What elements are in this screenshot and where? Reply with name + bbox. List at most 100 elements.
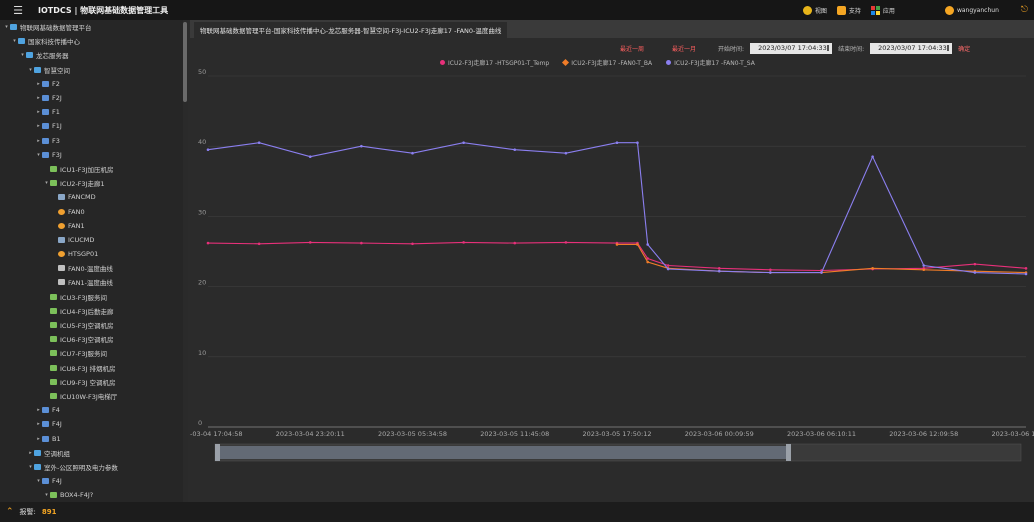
hamburger-menu-icon[interactable]: ☰ bbox=[8, 0, 28, 20]
scrollbar-thumb[interactable] bbox=[183, 22, 187, 102]
y-tick-label: 0 bbox=[198, 419, 202, 427]
tree-item-label: ICU10W-F3J电梯厅 bbox=[60, 392, 118, 401]
floor-icon bbox=[42, 151, 49, 158]
tree-item[interactable]: FAN1-温度曲线 bbox=[0, 275, 188, 289]
tree-item[interactable]: ▾ 室外-公区照明及电力参数 bbox=[0, 460, 188, 474]
caret-down-icon[interactable]: ▾ bbox=[35, 152, 42, 158]
tree-item[interactable]: ICU8-F3J 排烟机房 bbox=[0, 361, 188, 375]
tree-item[interactable]: ▸ F4J bbox=[0, 417, 188, 431]
legend-item-sa[interactable]: ICU2-F3J走廊17 -FAN0-T_SA bbox=[666, 58, 755, 67]
tree-item[interactable]: ▾ ICU2-F3J走廊1 bbox=[0, 176, 188, 190]
user-menu[interactable]: wangyanchun bbox=[944, 5, 999, 15]
tree-item[interactable]: ▾ 龙芯服务器 bbox=[0, 48, 188, 62]
caret-down-icon[interactable]: ▾ bbox=[43, 492, 50, 498]
tree-item[interactable]: ▾ F3J bbox=[0, 148, 188, 162]
tree-item[interactable]: FANCMD bbox=[0, 190, 188, 204]
tree-item[interactable]: ICU1-F3J加压机房 bbox=[0, 162, 188, 176]
series-2-point bbox=[257, 141, 261, 144]
tree-item[interactable]: HTSGP01 bbox=[0, 247, 188, 261]
legend-item-ba[interactable]: ICU2-F3J走廊17 -FAN0-T_BA bbox=[562, 58, 652, 67]
tree-item[interactable]: ▾ 物联网基础数据管理平台 bbox=[0, 20, 188, 34]
last-month-button[interactable]: 最近一月 bbox=[672, 44, 696, 53]
support-menu[interactable]: 支持 bbox=[836, 5, 861, 15]
tree-item[interactable]: ▸ 空调机组 bbox=[0, 446, 188, 460]
caret-down-icon[interactable]: ▾ bbox=[27, 67, 34, 73]
curve-icon bbox=[58, 265, 65, 272]
view-menu[interactable]: 视图 bbox=[802, 5, 827, 15]
tree-item[interactable]: ▾ 智慧空间 bbox=[0, 63, 188, 77]
top-right-nav: 视图 支持 应用 wangyanchun ⎋ bbox=[802, 0, 1028, 20]
caret-down-icon[interactable]: ▾ bbox=[3, 24, 10, 30]
caret-right-icon[interactable]: ▸ bbox=[35, 421, 42, 427]
tree-item[interactable]: ▸ F2J bbox=[0, 91, 188, 105]
series-2-point bbox=[636, 141, 639, 144]
tree-item-label: ICU2-F3J走廊1 bbox=[60, 180, 105, 189]
tree-item[interactable]: ICU3-F3J服务间 bbox=[0, 290, 188, 304]
tree-item-label: FAN1 bbox=[68, 221, 85, 230]
caret-right-icon[interactable]: ▸ bbox=[27, 450, 34, 456]
end-time-label: 结束时间: bbox=[838, 45, 865, 53]
caret-down-icon[interactable]: ▾ bbox=[43, 180, 50, 186]
series-line-0 bbox=[207, 241, 1027, 272]
confirm-button[interactable]: 确定 bbox=[958, 44, 970, 53]
tree-item[interactable]: ▸ F4 bbox=[0, 403, 188, 417]
caret-down-icon[interactable]: ▾ bbox=[27, 464, 34, 470]
tree-item[interactable]: ICU4-F3J后勤走廊 bbox=[0, 304, 188, 318]
tree-item[interactable]: ▸ F1 bbox=[0, 105, 188, 119]
tree-item[interactable]: ▾ 国家科技传播中心 bbox=[0, 34, 188, 48]
caret-right-icon[interactable]: ▸ bbox=[35, 81, 42, 87]
tree-item[interactable]: FAN0 bbox=[0, 204, 188, 218]
alarm-count[interactable]: 891 bbox=[42, 508, 57, 516]
tree-item[interactable]: ICU7-F3J服务间 bbox=[0, 346, 188, 360]
series-2-point bbox=[769, 271, 772, 274]
caret-right-icon[interactable]: ▸ bbox=[35, 436, 42, 442]
tree-item[interactable]: FAN0-温度曲线 bbox=[0, 261, 188, 275]
caret-right-icon[interactable]: ▸ bbox=[35, 407, 42, 413]
tree-item[interactable]: ▸ F2 bbox=[0, 77, 188, 91]
series-0-point bbox=[717, 267, 721, 270]
tab-fan0-temperature-curve[interactable]: 物联网基础数据管理平台-国家科技传播中心-龙芯服务器-智慧空间-F3J-ICU2… bbox=[194, 22, 508, 38]
tree-item-label: F4 bbox=[52, 406, 60, 415]
tree-item[interactable]: ▸ B1 bbox=[0, 431, 188, 445]
sidebar-scrollbar[interactable] bbox=[183, 20, 188, 502]
tree-item[interactable]: ICU5-F3J空调机房 bbox=[0, 318, 188, 332]
tree-item-label: F2 bbox=[52, 79, 60, 88]
series-2-point bbox=[308, 155, 312, 159]
eye-icon bbox=[802, 5, 812, 15]
tree-item[interactable]: ICU6-F3J空调机房 bbox=[0, 332, 188, 346]
tree-item[interactable]: ICU10W-F3J电梯厅 bbox=[0, 389, 188, 403]
series-line-1 bbox=[617, 243, 1027, 274]
caret-down-icon[interactable]: ▾ bbox=[19, 52, 26, 58]
tree-item[interactable]: FAN1 bbox=[0, 219, 188, 233]
tree-item-label: B1 bbox=[52, 434, 61, 443]
caret-down-icon[interactable]: ▾ bbox=[35, 478, 42, 484]
icu-icon bbox=[50, 307, 57, 314]
series-2-point bbox=[973, 271, 977, 274]
chart-legend: ICU2-F3J走廊17 -HTSGP01-T_Temp ICU2-F3J走廊1… bbox=[440, 58, 755, 67]
legend-item-temp[interactable]: ICU2-F3J走廊17 -HTSGP01-T_Temp bbox=[440, 58, 549, 67]
caret-right-icon[interactable]: ▸ bbox=[35, 95, 42, 101]
floor-icon bbox=[42, 95, 49, 102]
caret-right-icon[interactable]: ▸ bbox=[35, 109, 42, 115]
tree-item-label: F4J bbox=[52, 420, 62, 429]
caret-down-icon[interactable]: ▾ bbox=[11, 38, 18, 44]
fan-icon bbox=[58, 222, 65, 229]
legend-marker-ba bbox=[562, 58, 570, 67]
tree-item[interactable]: ▸ F3 bbox=[0, 134, 188, 148]
last-week-button[interactable]: 最近一周 bbox=[620, 44, 644, 53]
legend-marker-sa bbox=[666, 60, 672, 65]
start-time-input[interactable]: 2023/03/07 17:04:33 bbox=[750, 42, 833, 54]
apps-menu[interactable]: 应用 bbox=[870, 5, 895, 15]
tree-item[interactable]: ▾ F4J bbox=[0, 474, 188, 488]
end-time-input[interactable]: 2023/03/07 17:04:33 bbox=[870, 42, 953, 54]
logout-button[interactable]: ⎋ bbox=[1021, 5, 1028, 15]
tree-item[interactable]: ▸ F1J bbox=[0, 119, 188, 133]
caret-right-icon[interactable]: ▸ bbox=[35, 123, 42, 129]
view-label: 视图 bbox=[814, 7, 827, 15]
tree-item[interactable]: ICU9-F3J 空调机房 bbox=[0, 375, 188, 389]
tree-item[interactable]: ▾ BOX4-F4J? bbox=[0, 488, 188, 502]
chevron-up-icon[interactable]: ⌃ bbox=[6, 507, 14, 517]
tree-item[interactable]: ICUCMD bbox=[0, 233, 188, 247]
legend-label: ICU2-F3J走廊17 -FAN0-T_SA bbox=[674, 60, 755, 67]
caret-right-icon[interactable]: ▸ bbox=[35, 138, 42, 144]
